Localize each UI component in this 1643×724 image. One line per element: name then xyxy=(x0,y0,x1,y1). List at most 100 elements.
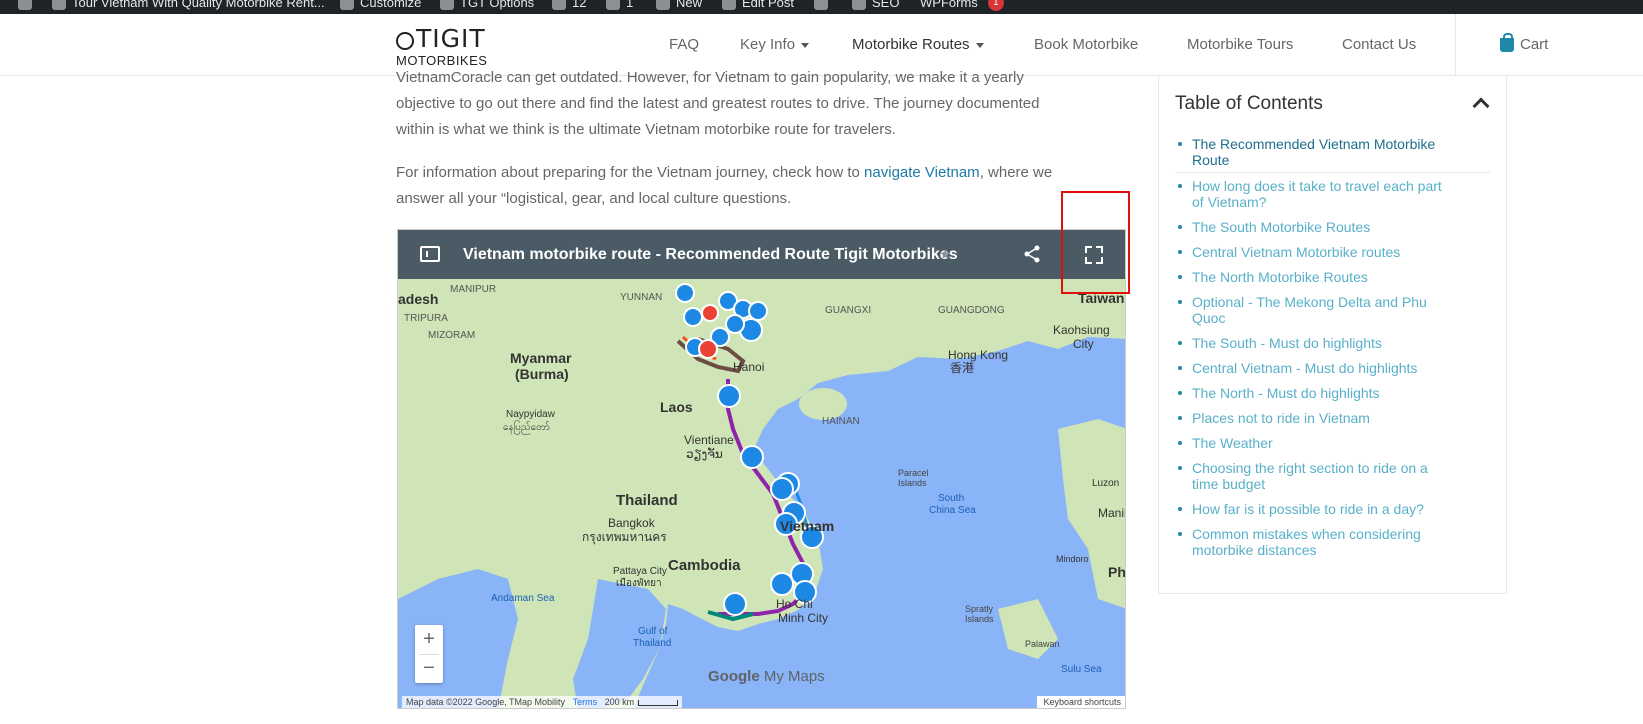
wordpress-icon[interactable] xyxy=(18,0,32,10)
info-marker[interactable] xyxy=(770,477,794,501)
terms-link[interactable]: Terms xyxy=(573,697,598,707)
chevron-up-icon[interactable] xyxy=(1472,97,1490,115)
toc-item[interactable]: The South - Must do highlights xyxy=(1175,335,1490,351)
map-label: Thailand xyxy=(616,492,678,509)
admin-bar-edit-post-label[interactable]: Edit Post xyxy=(742,0,794,12)
pin-marker[interactable] xyxy=(725,314,745,334)
admin-bar-comments-count[interactable]: 1 xyxy=(626,0,633,12)
admin-bar-site[interactable]: Tour Vietnam With Quality Motorbike Rent… xyxy=(18,0,325,12)
toc-item[interactable]: Optional - The Mekong Delta and Phu Quoc xyxy=(1175,294,1490,326)
nav-book-motorbike[interactable]: Book Motorbike xyxy=(1034,36,1138,54)
keyboard-shortcuts-link[interactable]: Keyboard shortcuts xyxy=(1037,696,1125,708)
share-icon[interactable] xyxy=(1022,244,1042,264)
admin-bar-updates[interactable]: 12 xyxy=(552,0,586,12)
nav-motorbike-routes[interactable]: Motorbike Routes xyxy=(852,36,984,54)
toc-item[interactable]: The North Motorbike Routes xyxy=(1175,269,1490,285)
pin-marker[interactable] xyxy=(748,301,768,321)
toc-item-label[interactable]: How far is it possible to ride in a day? xyxy=(1192,501,1490,517)
map-label: Hong Kong xyxy=(948,348,1008,362)
nav-contact-us[interactable]: Contact Us xyxy=(1342,36,1416,54)
nav-motorbike-tours[interactable]: Motorbike Tours xyxy=(1187,36,1293,54)
toc-item-label[interactable]: time budget xyxy=(1192,476,1490,492)
cart-link[interactable]: Cart xyxy=(1500,32,1548,53)
site-logo[interactable]: TIGIT MOTORBIKES xyxy=(396,24,487,68)
toc-item[interactable]: Common mistakes when considering motorbik… xyxy=(1175,526,1490,558)
toc-item[interactable]: Central Vietnam - Must do highlights xyxy=(1175,360,1490,376)
toc-item-label[interactable]: The North - Must do highlights xyxy=(1192,385,1490,401)
toc-item-label[interactable]: How long does it take to travel each par… xyxy=(1192,178,1490,194)
toc-item-label[interactable]: of Vietnam? xyxy=(1192,194,1490,210)
admin-bar-site-label[interactable]: Tour Vietnam With Quality Motorbike Rent… xyxy=(72,0,325,12)
admin-bar-customize[interactable]: Customize xyxy=(340,0,421,12)
admin-bar-new[interactable]: New xyxy=(656,0,702,12)
info-marker[interactable] xyxy=(723,592,747,616)
admin-bar-wpforms-label[interactable]: WPForms xyxy=(920,0,978,12)
admin-bar-diamond[interactable] xyxy=(814,0,828,12)
admin-bar-comments[interactable]: 1 xyxy=(606,0,633,12)
toc-item-label[interactable]: Places not to ride in Vietnam xyxy=(1192,410,1490,426)
map-label: Minh City xyxy=(778,611,828,625)
google-my-maps-embed[interactable]: Vietnam motorbike route - Recommended Ro… xyxy=(397,229,1126,709)
map-title[interactable]: Vietnam motorbike route - Recommended Ro… xyxy=(463,245,958,265)
admin-bar-wpforms[interactable]: WPForms 1 xyxy=(920,0,1004,12)
info-marker[interactable] xyxy=(740,445,764,469)
admin-bar-seo[interactable]: SEO xyxy=(852,0,899,12)
map-label: GUANGXI xyxy=(825,305,871,316)
toc-item[interactable]: Choosing the right section to ride on at… xyxy=(1175,460,1490,492)
admin-bar-seo-label[interactable]: SEO xyxy=(872,0,899,12)
toc-item-label[interactable]: The Weather xyxy=(1192,435,1490,451)
admin-bar-updates-count[interactable]: 12 xyxy=(572,0,586,12)
info-marker[interactable] xyxy=(770,572,794,596)
article-text: For information about preparing for the … xyxy=(396,164,865,181)
toc-item[interactable]: Central Vietnam Motorbike routes xyxy=(1175,244,1490,260)
diamond-icon[interactable] xyxy=(814,0,828,10)
map-label: MIZORAM xyxy=(428,330,475,341)
toc-item[interactable]: How far is it possible to ride in a day? xyxy=(1175,501,1490,517)
google-my-maps-logo[interactable]: Google My Maps xyxy=(708,668,825,685)
caret-down-icon xyxy=(975,42,984,48)
toc-item[interactable]: The South Motorbike Routes xyxy=(1175,219,1490,235)
map-canvas[interactable]: adesh MANIPUR TRIPURA MIZORAM YUNNAN GUA… xyxy=(398,279,1126,709)
nav-faq[interactable]: FAQ xyxy=(669,36,699,54)
toc-item-label[interactable]: Common mistakes when considering xyxy=(1192,526,1490,542)
toc-item[interactable]: Places not to ride in Vietnam xyxy=(1175,410,1490,426)
navigate-vietnam-link[interactable]: navigate Vietnam xyxy=(864,164,980,181)
admin-bar-customize-label[interactable]: Customize xyxy=(360,0,421,12)
zoom-out-button[interactable]: − xyxy=(415,654,443,683)
toc-item[interactable]: The Weather xyxy=(1175,435,1490,451)
toc-item-label[interactable]: Choosing the right section to ride on a xyxy=(1192,460,1490,476)
red-pin-marker[interactable] xyxy=(701,304,719,322)
toc-separator xyxy=(1175,172,1490,173)
red-pin-marker[interactable] xyxy=(698,339,718,359)
wpforms-badge: 1 xyxy=(987,0,1004,11)
admin-bar-new-label[interactable]: New xyxy=(676,0,702,12)
toc-item-label[interactable]: Optional - The Mekong Delta and Phu xyxy=(1192,294,1490,310)
toc-item[interactable]: How long does it take to travel each par… xyxy=(1175,178,1490,210)
pin-marker[interactable] xyxy=(675,283,695,303)
toc-item-label[interactable]: The North Motorbike Routes xyxy=(1192,269,1490,285)
legend-panel-icon[interactable] xyxy=(420,246,440,262)
toc-item-label[interactable]: The Recommended Vietnam Motorbike xyxy=(1192,136,1490,152)
nav-key-info[interactable]: Key Info xyxy=(740,36,810,54)
toc-item-label[interactable]: Central Vietnam - Must do highlights xyxy=(1192,360,1490,376)
zoom-in-button[interactable]: + xyxy=(415,625,443,654)
info-marker[interactable] xyxy=(717,384,741,408)
toc-item-label[interactable]: Route xyxy=(1192,152,1490,168)
toc-item-label[interactable]: The South Motorbike Routes xyxy=(1192,219,1490,235)
toc-item-label[interactable]: Central Vietnam Motorbike routes xyxy=(1192,244,1490,260)
toc-item-label[interactable]: Quoc xyxy=(1192,310,1490,326)
toc-item[interactable]: The Recommended Vietnam Motorbike Route xyxy=(1175,136,1490,168)
updates-icon xyxy=(552,0,566,10)
admin-bar-edit-post[interactable]: Edit Post xyxy=(722,0,794,12)
scale-label[interactable]: 200 km xyxy=(605,697,635,707)
nav-key-info-label: Key Info xyxy=(740,36,796,53)
toc-item[interactable]: The North - Must do highlights xyxy=(1175,385,1490,401)
map-label: YUNNAN xyxy=(620,292,662,303)
star-icon[interactable]: ★ xyxy=(939,246,952,263)
admin-bar-tgt-options-label[interactable]: TGT Options xyxy=(460,0,534,12)
admin-bar-tgt-options[interactable]: TGT Options xyxy=(440,0,534,12)
map-attribution-bar: Map data ©2022 Google, TMap Mobility Ter… xyxy=(402,696,683,708)
toc-item-label[interactable]: The South - Must do highlights xyxy=(1192,335,1490,351)
pin-marker[interactable] xyxy=(683,307,703,327)
toc-item-label[interactable]: motorbike distances xyxy=(1192,542,1490,558)
